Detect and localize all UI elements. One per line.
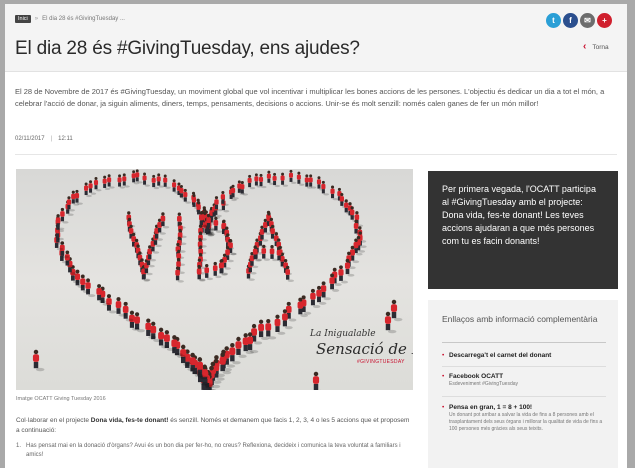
bullet-icon: •	[442, 352, 445, 359]
person-figure	[160, 212, 170, 229]
person-figure	[312, 371, 322, 390]
photo-signature-tag: #GIVINGTUESDAY	[357, 359, 405, 365]
list-item-text: Has pensat mai en la donació d'òrgans? A…	[26, 443, 401, 458]
person-figure	[258, 173, 267, 189]
breadcrumb: Inici » El dia 28 és #GivingTuesday ...	[15, 15, 125, 23]
person-figure	[122, 173, 130, 188]
person-figure	[156, 173, 165, 188]
bullet-icon: •	[442, 404, 445, 411]
person-figure	[320, 281, 331, 301]
person-figure	[220, 190, 229, 206]
person-figure	[272, 172, 281, 188]
divider	[15, 154, 617, 155]
person-figure	[93, 176, 102, 192]
person-figure	[163, 174, 171, 189]
article-intro: El 28 de Novembre de 2017 és #GivingTues…	[15, 87, 605, 108]
person-figure	[183, 188, 192, 204]
panel-divider	[442, 342, 606, 343]
link-subtitle: Esdeveniment #GivingTuesday	[449, 381, 519, 387]
image-caption: Imatge OCATT Giving Tuesday 2016	[16, 396, 106, 402]
person-figure	[135, 169, 143, 184]
person-figure	[204, 263, 214, 281]
back-link[interactable]: ‹ Torna	[583, 42, 609, 52]
person-figure	[296, 171, 305, 186]
breadcrumb-separator: »	[34, 16, 39, 22]
social-share-bar: t f ✉ +	[544, 13, 612, 28]
link-donor-card[interactable]: • Descarrega't el carnet del donant	[442, 352, 608, 360]
person-figure	[85, 278, 96, 298]
person-figure	[107, 174, 115, 189]
promo-box: Per primera vegada, l'OCATT participa al…	[428, 171, 618, 289]
share-plus-icon[interactable]: +	[597, 13, 612, 28]
link-think-big[interactable]: • Pensa en gran, 1 = 8 + 100! Un donant …	[442, 404, 608, 433]
link-title: Facebook OCATT	[449, 373, 504, 380]
list-item: 1. Has pensat mai en la donació d'òrgans…	[16, 442, 413, 460]
photo-signature-line2: Sensació de Donar	[316, 340, 413, 358]
link-divider	[442, 366, 606, 367]
body-lead: Col·laborar en el projecte	[16, 417, 91, 424]
article-date: 02/11/2017	[15, 136, 45, 142]
mail-icon[interactable]: ✉	[580, 13, 595, 28]
chevron-left-icon: ‹	[583, 41, 587, 52]
person-figure	[32, 349, 45, 372]
article-time: 12:11	[58, 136, 73, 142]
facebook-icon[interactable]: f	[563, 13, 578, 28]
person-figure	[240, 181, 249, 196]
link-facebook-ocatt[interactable]: • Facebook OCATT Esdeveniment #GivingTue…	[442, 373, 608, 388]
person-figure	[74, 189, 83, 205]
page: Inici » El dia 28 és #GivingTuesday ... …	[5, 4, 627, 468]
link-title: Descarrega't el carnet del donant	[449, 352, 552, 359]
meta-divider: |	[50, 136, 53, 142]
project-name: Dona vida, fes-te donant!	[90, 417, 169, 424]
page-title: El dia 28 és #GivingTuesday, ens ajudes?	[15, 38, 360, 59]
bullet-icon: •	[442, 373, 445, 380]
twitter-icon[interactable]: t	[546, 13, 561, 28]
article-body: Col·laborar en el projecte Dona vida, fe…	[16, 416, 413, 436]
list-item-number: 1.	[16, 443, 22, 449]
article-photo: La Inigualable Sensació de Donar #GIVING…	[16, 169, 413, 390]
link-divider	[442, 396, 606, 397]
breadcrumb-home[interactable]: Inici	[15, 15, 31, 23]
article-header: Inici » El dia 28 és #GivingTuesday ... …	[5, 4, 627, 72]
person-figure	[321, 180, 330, 196]
link-title: Pensa en gran, 1 = 8 + 100!	[449, 404, 533, 411]
back-label: Torna	[592, 43, 609, 51]
person-figure	[330, 185, 339, 201]
promo-text: Per primera vegada, l'OCATT participa al…	[442, 184, 596, 246]
person-figure	[280, 172, 289, 187]
person-figure	[142, 172, 151, 187]
person-figure	[285, 265, 294, 282]
person-figure	[390, 299, 403, 322]
person-figure	[308, 174, 317, 189]
related-links-title: Enllaços amb informació complementària	[442, 314, 598, 324]
breadcrumb-current: El dia 28 és #GivingTuesday ...	[42, 16, 125, 22]
person-figure	[288, 169, 297, 184]
article-meta: 02/11/2017 | 12:11	[15, 136, 73, 142]
person-figure	[213, 216, 223, 233]
related-links-panel: Enllaços amb informació complementària •…	[428, 300, 618, 468]
link-subtitle: Un donant pot arribar a salvar la vida d…	[449, 412, 603, 432]
photo-signature-line1: La Inigualable	[310, 329, 376, 339]
person-figure	[247, 174, 256, 190]
